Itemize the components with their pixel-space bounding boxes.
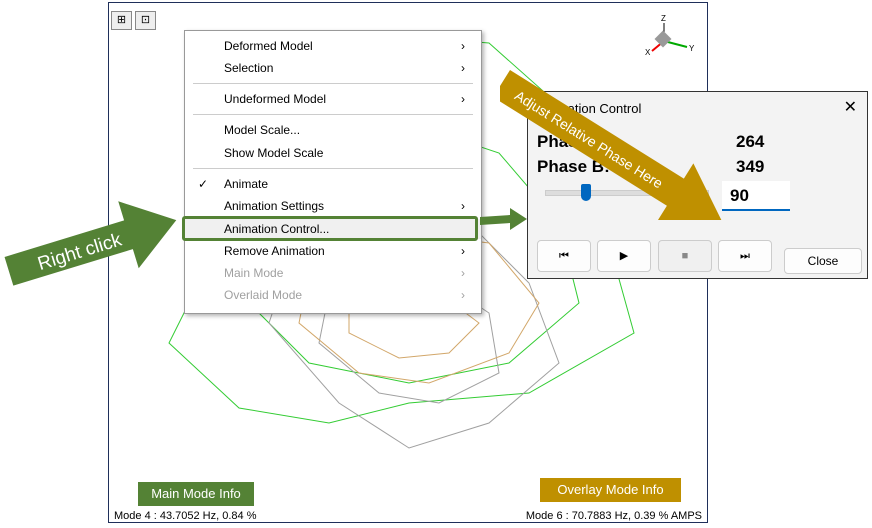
menu-item-overlaid-mode: Overlaid Mode › xyxy=(224,288,465,302)
context-menu: Deformed Model › Selection › Undeformed Mo… xyxy=(184,30,482,314)
menu-item-deformed-model[interactable]: Deformed Model › xyxy=(185,36,481,56)
menu-divider xyxy=(193,168,473,169)
play-button[interactable]: ▶ xyxy=(597,240,651,272)
skip-back-icon: ⏮ xyxy=(559,250,569,262)
adjust-phase-label: Adjust Relative Phase Here xyxy=(512,87,666,191)
overlay-mode-info-callout: Overlay Mode Info xyxy=(540,478,681,502)
play-icon: ▶ xyxy=(619,250,629,262)
right-click-arrow: Right click xyxy=(4,201,177,286)
svg-text:Z: Z xyxy=(661,14,666,23)
menu-item-undeformed-model[interactable]: Undeformed Model › xyxy=(185,89,481,109)
close-button[interactable]: Close xyxy=(784,248,862,274)
checkmark-icon: ✓ xyxy=(198,177,209,191)
last-frame-button[interactable]: ⏭ xyxy=(718,240,772,272)
main-mode-info-callout: Main Mode Info xyxy=(138,482,254,506)
stop-icon: ■ xyxy=(681,250,689,262)
fit-view-button[interactable]: ⊞ xyxy=(111,11,132,30)
menu-item-animation-settings[interactable]: Animation Settings › xyxy=(185,196,481,216)
close-icon[interactable]: ✕ xyxy=(844,97,857,117)
overlay-mode-status: Mode 6 : 70.7883 Hz, 0.39 % AMPS xyxy=(525,510,702,522)
menu-item-main-mode: Main Mode › xyxy=(224,266,465,280)
stop-button[interactable]: ■ xyxy=(658,240,712,272)
fit-view-icon: ⊞ xyxy=(116,14,127,26)
first-frame-button[interactable]: ⏮ xyxy=(537,240,591,272)
zoom-button[interactable]: ⊡ xyxy=(135,11,156,30)
menu-item-remove-animation[interactable]: Remove Animation › xyxy=(185,241,481,261)
highlight-box xyxy=(182,216,478,241)
main-mode-status: Mode 4 : 43.7052 Hz, 0.84 % xyxy=(114,510,257,522)
menu-divider xyxy=(193,83,473,84)
menu-item-show-model-scale[interactable]: Show Model Scale xyxy=(185,143,481,163)
menu-divider xyxy=(193,114,473,115)
menu-item-selection[interactable]: Selection › xyxy=(185,58,481,78)
menu-item-model-scale[interactable]: Model Scale... xyxy=(185,120,481,140)
adjust-phase-arrow: Adjust Relative Phase Here xyxy=(500,70,723,220)
zoom-icon: ⊡ xyxy=(140,14,151,26)
skip-forward-icon: ⏭ xyxy=(740,250,750,262)
menu-item-animate[interactable]: ✓ Animate xyxy=(185,174,481,194)
